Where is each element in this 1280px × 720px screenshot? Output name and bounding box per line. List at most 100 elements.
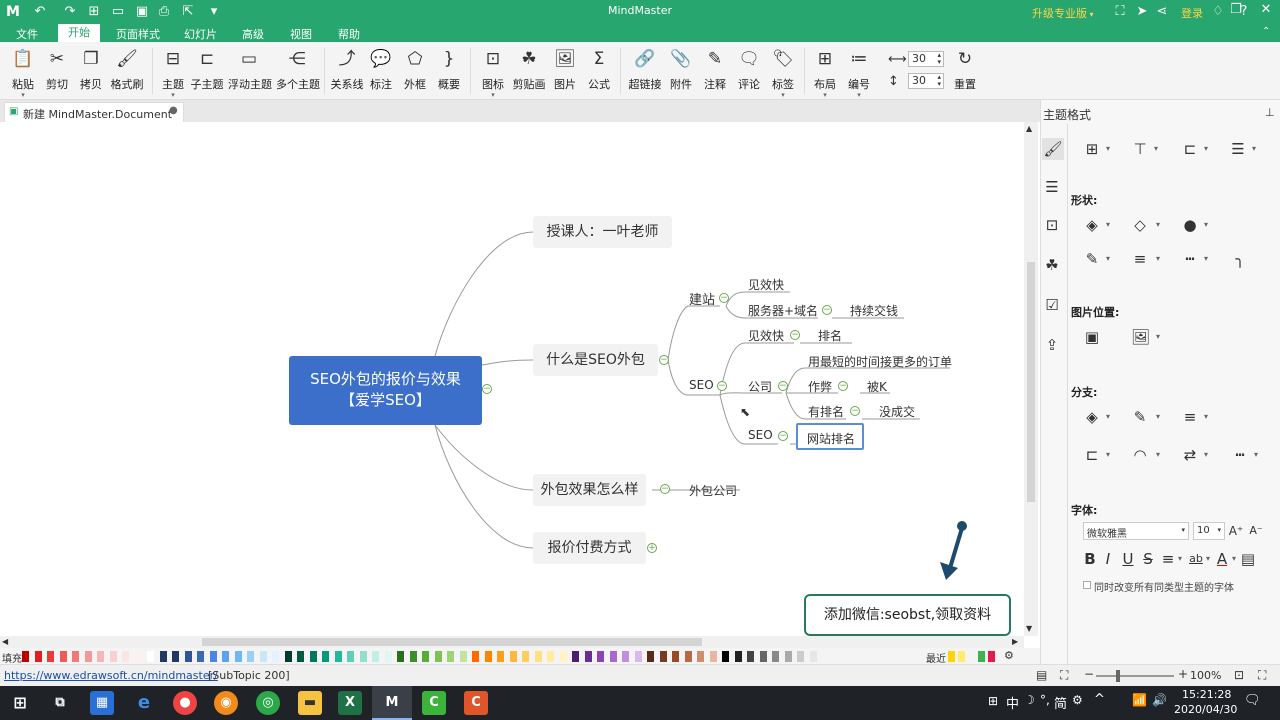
- document-tab[interactable]: ▣ 新建 MindMaster.Document ●: [4, 102, 184, 122]
- color-swatch[interactable]: [397, 651, 404, 662]
- fit-page-icon[interactable]: ⛶: [1060, 668, 1068, 683]
- subtopic-jianxiaokuai-1[interactable]: 见效快: [748, 276, 784, 293]
- color-swatch[interactable]: [47, 651, 54, 662]
- edge-browser-icon[interactable]: e: [132, 691, 156, 715]
- image-position-icon[interactable]: 🖼: [1131, 328, 1150, 346]
- color-swatch[interactable]: [259, 651, 267, 662]
- color-swatch[interactable]: [784, 651, 792, 662]
- color-swatch[interactable]: [609, 651, 617, 662]
- reset-button[interactable]: ↻ 重置: [948, 46, 982, 96]
- color-swatch[interactable]: [497, 651, 504, 662]
- green-app-icon[interactable]: ◎: [256, 691, 280, 715]
- page-view-icon[interactable]: ▤: [1036, 668, 1047, 682]
- website-link[interactable]: https://www.edrawsoft.cn/mindmaster/: [4, 669, 218, 682]
- topic-button[interactable]: ⊟ 主题 ▾: [156, 46, 190, 99]
- color-picker-icon[interactable]: ⚙: [1004, 649, 1014, 662]
- color-swatch[interactable]: [409, 651, 417, 662]
- branch-connector-icon[interactable]: ⊏: [1083, 446, 1101, 464]
- comment-button[interactable]: 🗨 评论: [732, 46, 766, 96]
- ime-grid-icon[interactable]: ⊞: [988, 694, 998, 708]
- mindmaster-task-active[interactable]: M: [372, 686, 412, 720]
- color-swatch[interactable]: [134, 651, 142, 662]
- layout-style-icon[interactable]: ⊞: [1083, 140, 1101, 158]
- recent-color-swatch[interactable]: [948, 651, 955, 662]
- color-swatch[interactable]: [147, 651, 154, 662]
- topic-pricing-payment[interactable]: 报价付费方式: [533, 532, 646, 564]
- summary-button[interactable]: } 概要: [432, 46, 466, 96]
- task-view-icon[interactable]: ⧉: [48, 691, 72, 715]
- subtopic-bei-k[interactable]: 被K: [867, 378, 887, 395]
- tag-button[interactable]: 🏷 标签 ▾: [766, 46, 800, 99]
- save-icon[interactable]: ▣: [134, 4, 150, 20]
- vertical-scroll-thumb[interactable]: [1027, 262, 1035, 502]
- font-grow-icon[interactable]: A⁺: [1227, 522, 1245, 540]
- highlight-icon[interactable]: ab: [1187, 550, 1205, 568]
- firefox-browser-icon[interactable]: ◉: [214, 691, 238, 715]
- subtopic-mei-chengjiao[interactable]: 没成交: [879, 403, 915, 420]
- subtopic-collapse-icon[interactable]: −: [838, 381, 848, 391]
- menu-file[interactable]: 文件: [16, 26, 38, 42]
- recent-color-swatch[interactable]: [958, 651, 965, 662]
- color-swatch[interactable]: [484, 651, 492, 662]
- color-swatch[interactable]: [122, 651, 129, 662]
- camtasia-green-icon[interactable]: C: [422, 691, 446, 715]
- color-swatch[interactable]: [459, 651, 467, 662]
- color-swatch[interactable]: [184, 651, 192, 662]
- color-swatch[interactable]: [334, 651, 342, 662]
- color-swatch[interactable]: [472, 651, 479, 662]
- ribbon-collapse-icon[interactable]: ⌃: [1262, 26, 1270, 37]
- hyperlink-button[interactable]: 🔗 超链接: [626, 46, 664, 96]
- color-swatch[interactable]: [597, 651, 604, 662]
- horizontal-scrollbar[interactable]: ◀ ▶: [0, 636, 1024, 648]
- scroll-up-icon[interactable]: ▲: [1026, 124, 1032, 133]
- text-box-icon[interactable]: ▤: [1239, 550, 1257, 568]
- color-swatch[interactable]: [297, 651, 304, 662]
- calendar-app-icon[interactable]: ▦: [90, 691, 114, 715]
- windows-start-icon[interactable]: ⊞: [8, 691, 32, 715]
- subtopic-collapse-icon[interactable]: −: [790, 330, 800, 340]
- export-icon[interactable]: ⇱: [180, 4, 196, 20]
- image-button[interactable]: 🖼 图片: [548, 46, 582, 96]
- color-swatch[interactable]: [584, 651, 592, 662]
- print-icon[interactable]: ⎙: [156, 4, 172, 20]
- subtopic-collapse-icon[interactable]: −: [719, 293, 729, 303]
- color-swatch[interactable]: [659, 651, 667, 662]
- camtasia-orange-icon[interactable]: C: [464, 691, 488, 715]
- branch-line-color-icon[interactable]: ✎: [1131, 408, 1149, 426]
- multiple-topics-button[interactable]: ⋲ 多个主题: [276, 46, 320, 96]
- quick-access-more-icon[interactable]: ▾: [206, 4, 222, 20]
- tab-modified-dot-icon[interactable]: ●: [169, 105, 178, 116]
- bold-icon[interactable]: B: [1081, 550, 1099, 568]
- color-swatch[interactable]: [197, 651, 204, 662]
- subtopic-waibao-gongsi[interactable]: 外包公司: [689, 482, 737, 499]
- strikethrough-icon[interactable]: S: [1139, 550, 1157, 568]
- fullscreen-view-icon[interactable]: ⛶: [1258, 668, 1266, 683]
- shape-icon[interactable]: ◇: [1131, 216, 1149, 234]
- topic-what-is-seo-outsourcing[interactable]: 什么是SEO外包: [533, 344, 658, 376]
- subtopic-wangzhan-paiming-selected[interactable]: 网站排名: [796, 423, 864, 450]
- ime-punct-icon[interactable]: °,: [1040, 693, 1050, 707]
- line-color-icon[interactable]: ✎: [1083, 250, 1101, 268]
- paste-button[interactable]: 📋 粘贴 ▾: [6, 46, 40, 99]
- color-swatch[interactable]: [384, 651, 392, 662]
- pin-icon[interactable]: ⊥: [1265, 106, 1275, 119]
- note-button[interactable]: ✎ 注释: [698, 46, 732, 96]
- underline-icon[interactable]: U: [1119, 550, 1137, 568]
- color-swatch[interactable]: [772, 651, 779, 662]
- undo-icon[interactable]: ↶: [32, 4, 48, 20]
- color-swatch[interactable]: [534, 651, 542, 662]
- topic-collapse-icon[interactable]: −: [659, 355, 669, 365]
- color-swatch[interactable]: [309, 651, 317, 662]
- export-panel-icon[interactable]: ⇪: [1043, 336, 1061, 354]
- format-painter-button[interactable]: 🖌 格式刷: [108, 46, 146, 96]
- line-dash-icon[interactable]: ┅: [1181, 250, 1199, 268]
- color-swatch[interactable]: [647, 651, 654, 662]
- color-swatch[interactable]: [22, 651, 29, 662]
- scroll-right-icon[interactable]: ▶: [1012, 637, 1018, 646]
- color-swatch[interactable]: [672, 651, 679, 662]
- branch-dash-icon[interactable]: ┅: [1231, 446, 1249, 464]
- spacing-v-input[interactable]: 30 ▴ ▾: [908, 73, 944, 89]
- menu-slides[interactable]: 幻灯片: [184, 26, 217, 42]
- wifi-icon[interactable]: 📶: [1132, 693, 1147, 707]
- line-weight-icon[interactable]: ≡: [1131, 250, 1149, 268]
